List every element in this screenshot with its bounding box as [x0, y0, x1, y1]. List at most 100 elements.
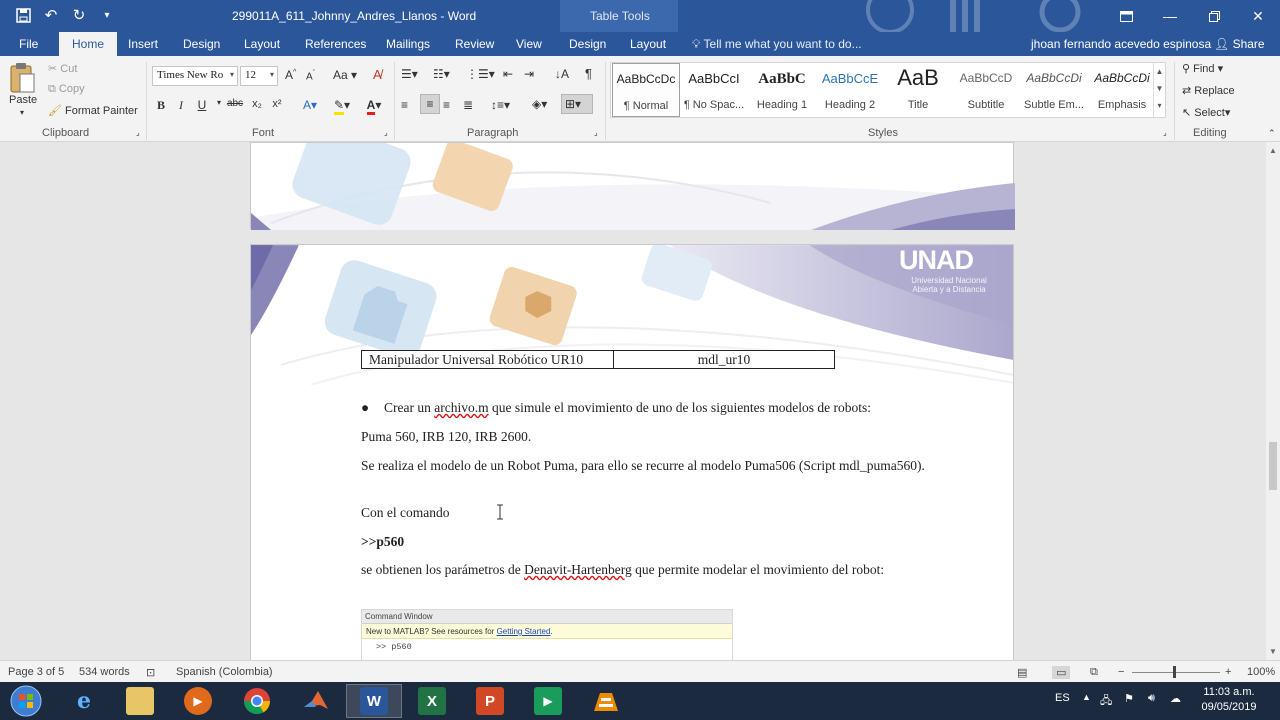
style-subtle-emphasis[interactable]: AaBbCcDi Subtle Em...: [1020, 63, 1088, 117]
strikethrough-button[interactable]: abc: [224, 98, 246, 109]
increase-indent-icon[interactable]: ⇥: [524, 67, 534, 81]
style-subtitle[interactable]: AaBbCcD Subtitle: [952, 63, 1020, 117]
select-button[interactable]: ↖ Select▾: [1182, 106, 1230, 119]
borders-icon[interactable]: ⊞▾: [561, 94, 593, 114]
clear-formatting-icon[interactable]: A̸: [373, 67, 382, 82]
bold-button[interactable]: B: [152, 98, 170, 113]
pilcrow-icon[interactable]: ¶: [585, 66, 592, 81]
style-normal[interactable]: AaBbCcDc ¶ Normal: [612, 63, 680, 117]
multilevel-list-icon[interactable]: ⋮☰▾: [466, 67, 495, 81]
vertical-scrollbar[interactable]: ▲ ▼: [1266, 142, 1280, 660]
tab-design[interactable]: Design: [183, 37, 220, 51]
paragraph-dh[interactable]: se obtienen los parámetros de Denavit-Ha…: [361, 560, 927, 579]
taskbar-matlab[interactable]: [288, 684, 344, 718]
tab-view[interactable]: View: [516, 37, 542, 51]
font-color-icon[interactable]: A▾: [360, 98, 388, 115]
paragraph-launcher-icon[interactable]: ⌟: [594, 128, 598, 137]
start-button[interactable]: [0, 684, 52, 718]
input-language[interactable]: ES: [1055, 692, 1070, 704]
language-indicator[interactable]: Spanish (Colombia): [176, 666, 273, 678]
paste-button[interactable]: [8, 62, 38, 98]
customize-icon[interactable]: ▾: [98, 6, 116, 24]
taskbar-file-explorer[interactable]: [112, 684, 168, 718]
table-cell-model[interactable]: Manipulador Universal Robótico UR10: [362, 351, 614, 368]
clipboard-launcher-icon[interactable]: ⌟: [136, 128, 140, 137]
line-spacing-icon[interactable]: ↕≡▾: [491, 98, 510, 112]
system-clock[interactable]: 11:03 a.m. 09/05/2019: [1194, 685, 1264, 715]
paragraph-robots[interactable]: Puma 560, IRB 120, IRB 2600.: [361, 427, 927, 446]
underline-button[interactable]: U: [193, 98, 211, 112]
taskbar-vlc[interactable]: [578, 684, 634, 718]
paste-label[interactable]: Paste: [9, 94, 37, 106]
paragraph-model[interactable]: Se realiza el modelo de un Robot Puma, p…: [361, 456, 927, 475]
tab-home[interactable]: Home: [59, 32, 118, 56]
taskbar-powerpoint[interactable]: P: [462, 684, 518, 718]
bullets-icon[interactable]: ☰▾: [401, 67, 418, 81]
zoom-in-icon[interactable]: +: [1225, 666, 1231, 678]
proofing-icon[interactable]: ⊡: [146, 666, 155, 679]
taskbar-camtasia[interactable]: ▶: [520, 684, 576, 718]
font-size-combo[interactable]: 12 ▾: [240, 66, 278, 86]
scroll-up-icon[interactable]: ▲: [1269, 146, 1277, 155]
page-current[interactable]: UNAD Universidad Nacional Abierta y a Di…: [250, 244, 1014, 660]
user-name[interactable]: jhoan fernando acevedo espinosa: [1031, 37, 1211, 51]
grow-font-icon[interactable]: A^: [285, 68, 296, 82]
style-emphasis[interactable]: AaBbCcDi Emphasis: [1088, 63, 1156, 117]
align-left-icon[interactable]: ≡: [401, 98, 408, 112]
print-layout-icon[interactable]: ▭: [1052, 666, 1071, 679]
format-painter-button[interactable]: 🖌︎ Format Painter: [48, 104, 138, 117]
document-table[interactable]: Manipulador Universal Robótico UR10 mdl_…: [361, 350, 835, 369]
style-title[interactable]: AaB Title: [884, 63, 952, 117]
decrease-indent-icon[interactable]: ⇤: [503, 67, 513, 81]
font-name-combo[interactable]: Times New Ro ▾: [152, 66, 238, 86]
document-canvas[interactable]: UNAD Universidad Nacional Abierta y a Di…: [0, 142, 1266, 660]
find-button[interactable]: ⚲ Find ▾: [1182, 62, 1223, 75]
highlight-color-icon[interactable]: ✎▾: [328, 98, 356, 115]
align-right-icon[interactable]: ≡: [443, 98, 450, 112]
tell-me-search[interactable]: 💡︎ Tell me what you want to do...: [692, 37, 862, 52]
styles-scroll[interactable]: ▲ ▼ ▾: [1153, 63, 1165, 117]
scroll-down-icon[interactable]: ▼: [1269, 647, 1277, 656]
ribbon-display-options-icon[interactable]: [1104, 0, 1148, 32]
replace-button[interactable]: ⇄ Replace: [1182, 84, 1235, 97]
styles-launcher-icon[interactable]: ⌟: [1163, 128, 1167, 137]
paragraph-p560[interactable]: >>p560: [361, 532, 927, 551]
zoom-slider[interactable]: [1132, 672, 1220, 673]
sort-icon[interactable]: ↓A: [555, 67, 569, 81]
zoom-out-icon[interactable]: −: [1118, 666, 1124, 678]
restore-button[interactable]: [1192, 0, 1236, 32]
spelling-error[interactable]: Denavit-Hartenberg: [524, 562, 632, 577]
read-mode-icon[interactable]: ▤: [1017, 666, 1027, 679]
bullet-paragraph[interactable]: ● Crear un archivo.m que simule el movim…: [361, 398, 927, 417]
tab-layout[interactable]: Layout: [244, 37, 280, 51]
tab-file[interactable]: File: [19, 37, 38, 51]
collapse-ribbon-icon[interactable]: ⌃: [1268, 128, 1276, 139]
taskbar-chrome[interactable]: [229, 684, 285, 718]
scroll-thumb[interactable]: [1269, 442, 1277, 490]
paragraph-command[interactable]: Con el comando: [361, 503, 927, 522]
numbering-icon[interactable]: ☷▾: [433, 67, 450, 81]
save-icon[interactable]: [14, 6, 32, 24]
tab-references[interactable]: References: [305, 37, 366, 51]
cut-button[interactable]: ✂ Cut: [48, 62, 77, 75]
show-hidden-icons-icon[interactable]: ▲: [1082, 692, 1091, 702]
style-no-spacing[interactable]: AaBbCcI ¶ No Spac...: [680, 63, 748, 117]
align-center-icon[interactable]: ≡: [420, 94, 440, 114]
volume-icon[interactable]: 🔊︎: [1148, 692, 1155, 705]
tab-insert[interactable]: Insert: [128, 37, 158, 51]
share-button[interactable]: 👤︎ Share: [1214, 37, 1265, 51]
web-layout-icon[interactable]: ⧉: [1090, 666, 1098, 679]
taskbar-internet-explorer[interactable]: e: [56, 684, 112, 718]
subscript-button[interactable]: x₂: [248, 98, 266, 110]
tab-mailings[interactable]: Mailings: [386, 37, 430, 51]
taskbar-word[interactable]: W: [346, 684, 402, 718]
copy-button[interactable]: ⧉ Copy: [48, 83, 85, 96]
tab-table-design[interactable]: Design: [569, 37, 606, 51]
action-center-icon[interactable]: ⚑: [1124, 692, 1134, 705]
redo-icon[interactable]: ↻: [70, 6, 88, 24]
text-effects-icon[interactable]: A▾: [297, 98, 323, 112]
taskbar-excel[interactable]: X: [404, 684, 460, 718]
italic-button[interactable]: I: [172, 98, 190, 113]
tab-table-layout[interactable]: Layout: [630, 37, 666, 51]
close-button[interactable]: ✕: [1236, 0, 1280, 32]
